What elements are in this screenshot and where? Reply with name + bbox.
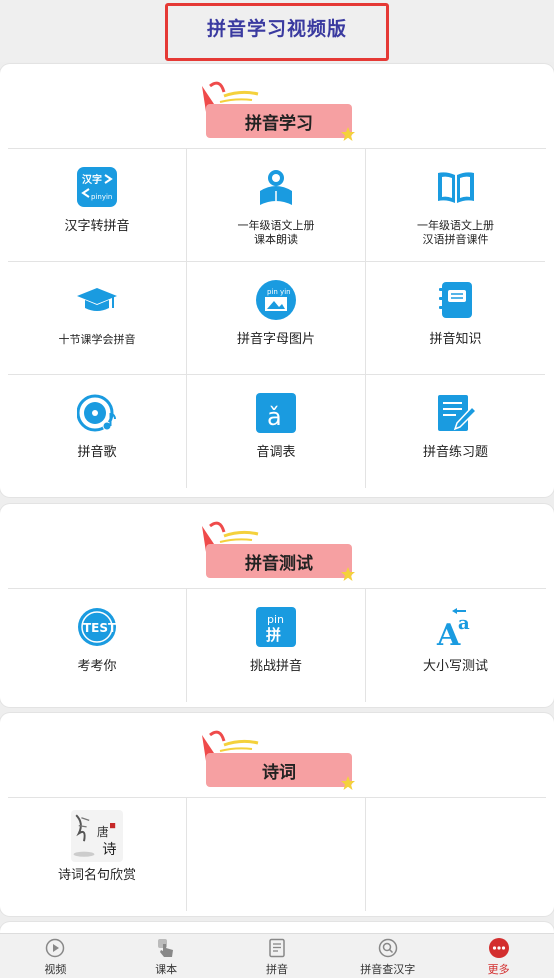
section-header: 诗词 — [0, 713, 554, 797]
item-label: 十节课学会拼音 — [58, 333, 136, 346]
item-label: 音调表 — [256, 445, 296, 460]
poetry-painting-icon: 唐 诗 — [71, 810, 123, 862]
open-book-icon — [437, 172, 474, 203]
pin-challenge-icon: pin 拼 — [256, 607, 296, 647]
item-challenge-pinyin[interactable]: pin 拼 挑战拼音 — [187, 589, 366, 702]
svg-text:TEST: TEST — [83, 621, 117, 635]
item-label: 汉字转拼音 — [64, 219, 130, 234]
item-quiz-you[interactable]: TEST 考考你 — [8, 589, 187, 702]
hand-tap-icon — [158, 939, 174, 957]
nav-label: 课本 — [155, 963, 178, 976]
nav-label: 拼音 — [265, 963, 288, 976]
notebook-icon — [438, 282, 472, 318]
item-label: 拼音歌 — [77, 445, 117, 460]
svg-text:拼: 拼 — [266, 626, 281, 644]
item-tone-table[interactable]: ǎ 音调表 — [187, 375, 366, 488]
more-dots-icon — [488, 938, 509, 958]
section-title: 诗词 — [262, 763, 296, 783]
item-label: 一年级语文上册 汉语拼音课件 — [417, 219, 494, 246]
feature-grid: 汉字 pinyin 汉字转拼音 一年级语文上册 课本朗读 一年级语文上册 汉语拼… — [8, 148, 546, 488]
item-label: 大小写测试 — [422, 659, 488, 674]
star-icon — [341, 127, 355, 141]
nav-more[interactable]: 更多 — [443, 934, 554, 978]
item-label: 拼音练习题 — [422, 445, 488, 460]
item-label: 一年级语文上册 课本朗读 — [237, 219, 315, 246]
document-icon — [269, 938, 285, 958]
item-letter-pictures[interactable]: pin yin 拼音字母图片 — [187, 262, 366, 375]
empty-cell — [366, 798, 545, 911]
section-banner: 诗词 — [206, 753, 352, 787]
svg-text:汉字: 汉字 — [82, 173, 102, 186]
svg-text:pinyin: pinyin — [91, 193, 112, 201]
section-banner: 拼音学习 — [206, 104, 352, 138]
svg-text:诗: 诗 — [102, 841, 116, 858]
item-ten-lessons[interactable]: 十节课学会拼音 — [8, 262, 187, 375]
svg-text:pin: pin — [267, 613, 284, 626]
nav-label: 拼音查汉字 — [360, 963, 416, 976]
item-hanzi-to-pinyin[interactable]: 汉字 pinyin 汉字转拼音 — [8, 149, 187, 262]
nav-textbook[interactable]: 课本 — [111, 934, 222, 978]
pinyin-picture-icon: pin yin — [256, 280, 296, 320]
search-icon — [378, 938, 398, 958]
case-letters-icon: A a — [436, 608, 470, 647]
nav-label: 更多 — [487, 963, 510, 976]
svg-text:唐: 唐 — [97, 825, 109, 839]
bottom-nav: 视频 课本 拼音 拼音查汉字 更多 — [0, 933, 554, 978]
item-case-test[interactable]: A a 大小写测试 — [366, 589, 545, 702]
svg-text:a: a — [458, 613, 470, 634]
section-pinyin-test: 拼音测试 TEST 考考你 pin 拼 挑战拼音 A a 大小写测试 — [0, 504, 554, 707]
item-label: 拼音知识 — [429, 332, 482, 347]
feature-grid: TEST 考考你 pin 拼 挑战拼音 A a 大小写测试 — [8, 588, 546, 702]
item-label: 拼音字母图片 — [236, 332, 315, 347]
annotation-highlight-box — [165, 3, 389, 61]
svg-text:ǎ: ǎ — [267, 403, 282, 431]
reading-person-icon — [260, 170, 292, 205]
item-label: 诗词名句欣赏 — [57, 868, 136, 883]
star-icon — [341, 776, 355, 790]
item-pinyin-knowledge[interactable]: 拼音知识 — [366, 262, 545, 375]
item-pinyin-courseware[interactable]: 一年级语文上册 汉语拼音课件 — [366, 149, 545, 262]
nav-pinyin[interactable]: 拼音 — [222, 934, 333, 978]
music-disc-icon — [77, 394, 116, 432]
play-circle-icon — [46, 938, 65, 958]
item-pinyin-exercises[interactable]: 拼音练习题 — [366, 375, 545, 488]
feature-grid: 唐 诗 诗词名句欣赏 — [8, 797, 546, 911]
section-header: 拼音测试 — [0, 504, 554, 588]
svg-text:pin yin: pin yin — [267, 288, 291, 296]
item-pinyin-songs[interactable]: 拼音歌 — [8, 375, 187, 488]
test-badge-icon: TEST — [78, 608, 117, 646]
section-title: 拼音学习 — [245, 114, 313, 134]
tone-a-icon: ǎ — [256, 393, 296, 433]
section-title: 拼音测试 — [245, 554, 313, 574]
graduation-cap-icon — [77, 288, 117, 311]
empty-cell — [187, 798, 366, 911]
exercise-pen-icon — [437, 395, 476, 431]
section-header: 拼音学习 — [0, 64, 554, 148]
item-textbook-reading[interactable]: 一年级语文上册 课本朗读 — [187, 149, 366, 262]
item-poetry-appreciation[interactable]: 唐 诗 诗词名句欣赏 — [8, 798, 187, 911]
item-label: 挑战拼音 — [249, 659, 302, 674]
nav-pinyin-lookup[interactable]: 拼音查汉字 — [332, 934, 443, 978]
hanzi-pinyin-convert-icon: 汉字 pinyin — [77, 167, 117, 207]
nav-video[interactable]: 视频 — [0, 934, 111, 978]
item-label: 考考你 — [77, 659, 117, 674]
star-icon — [341, 567, 355, 581]
nav-label: 视频 — [44, 963, 67, 976]
section-banner: 拼音测试 — [206, 544, 352, 578]
section-poetry: 诗词 唐 诗 诗词名句欣赏 — [0, 713, 554, 916]
section-pinyin-study: 拼音学习 汉字 pinyin 汉字转拼音 一年级语文上册 课本朗读 一年级语文上… — [0, 64, 554, 497]
